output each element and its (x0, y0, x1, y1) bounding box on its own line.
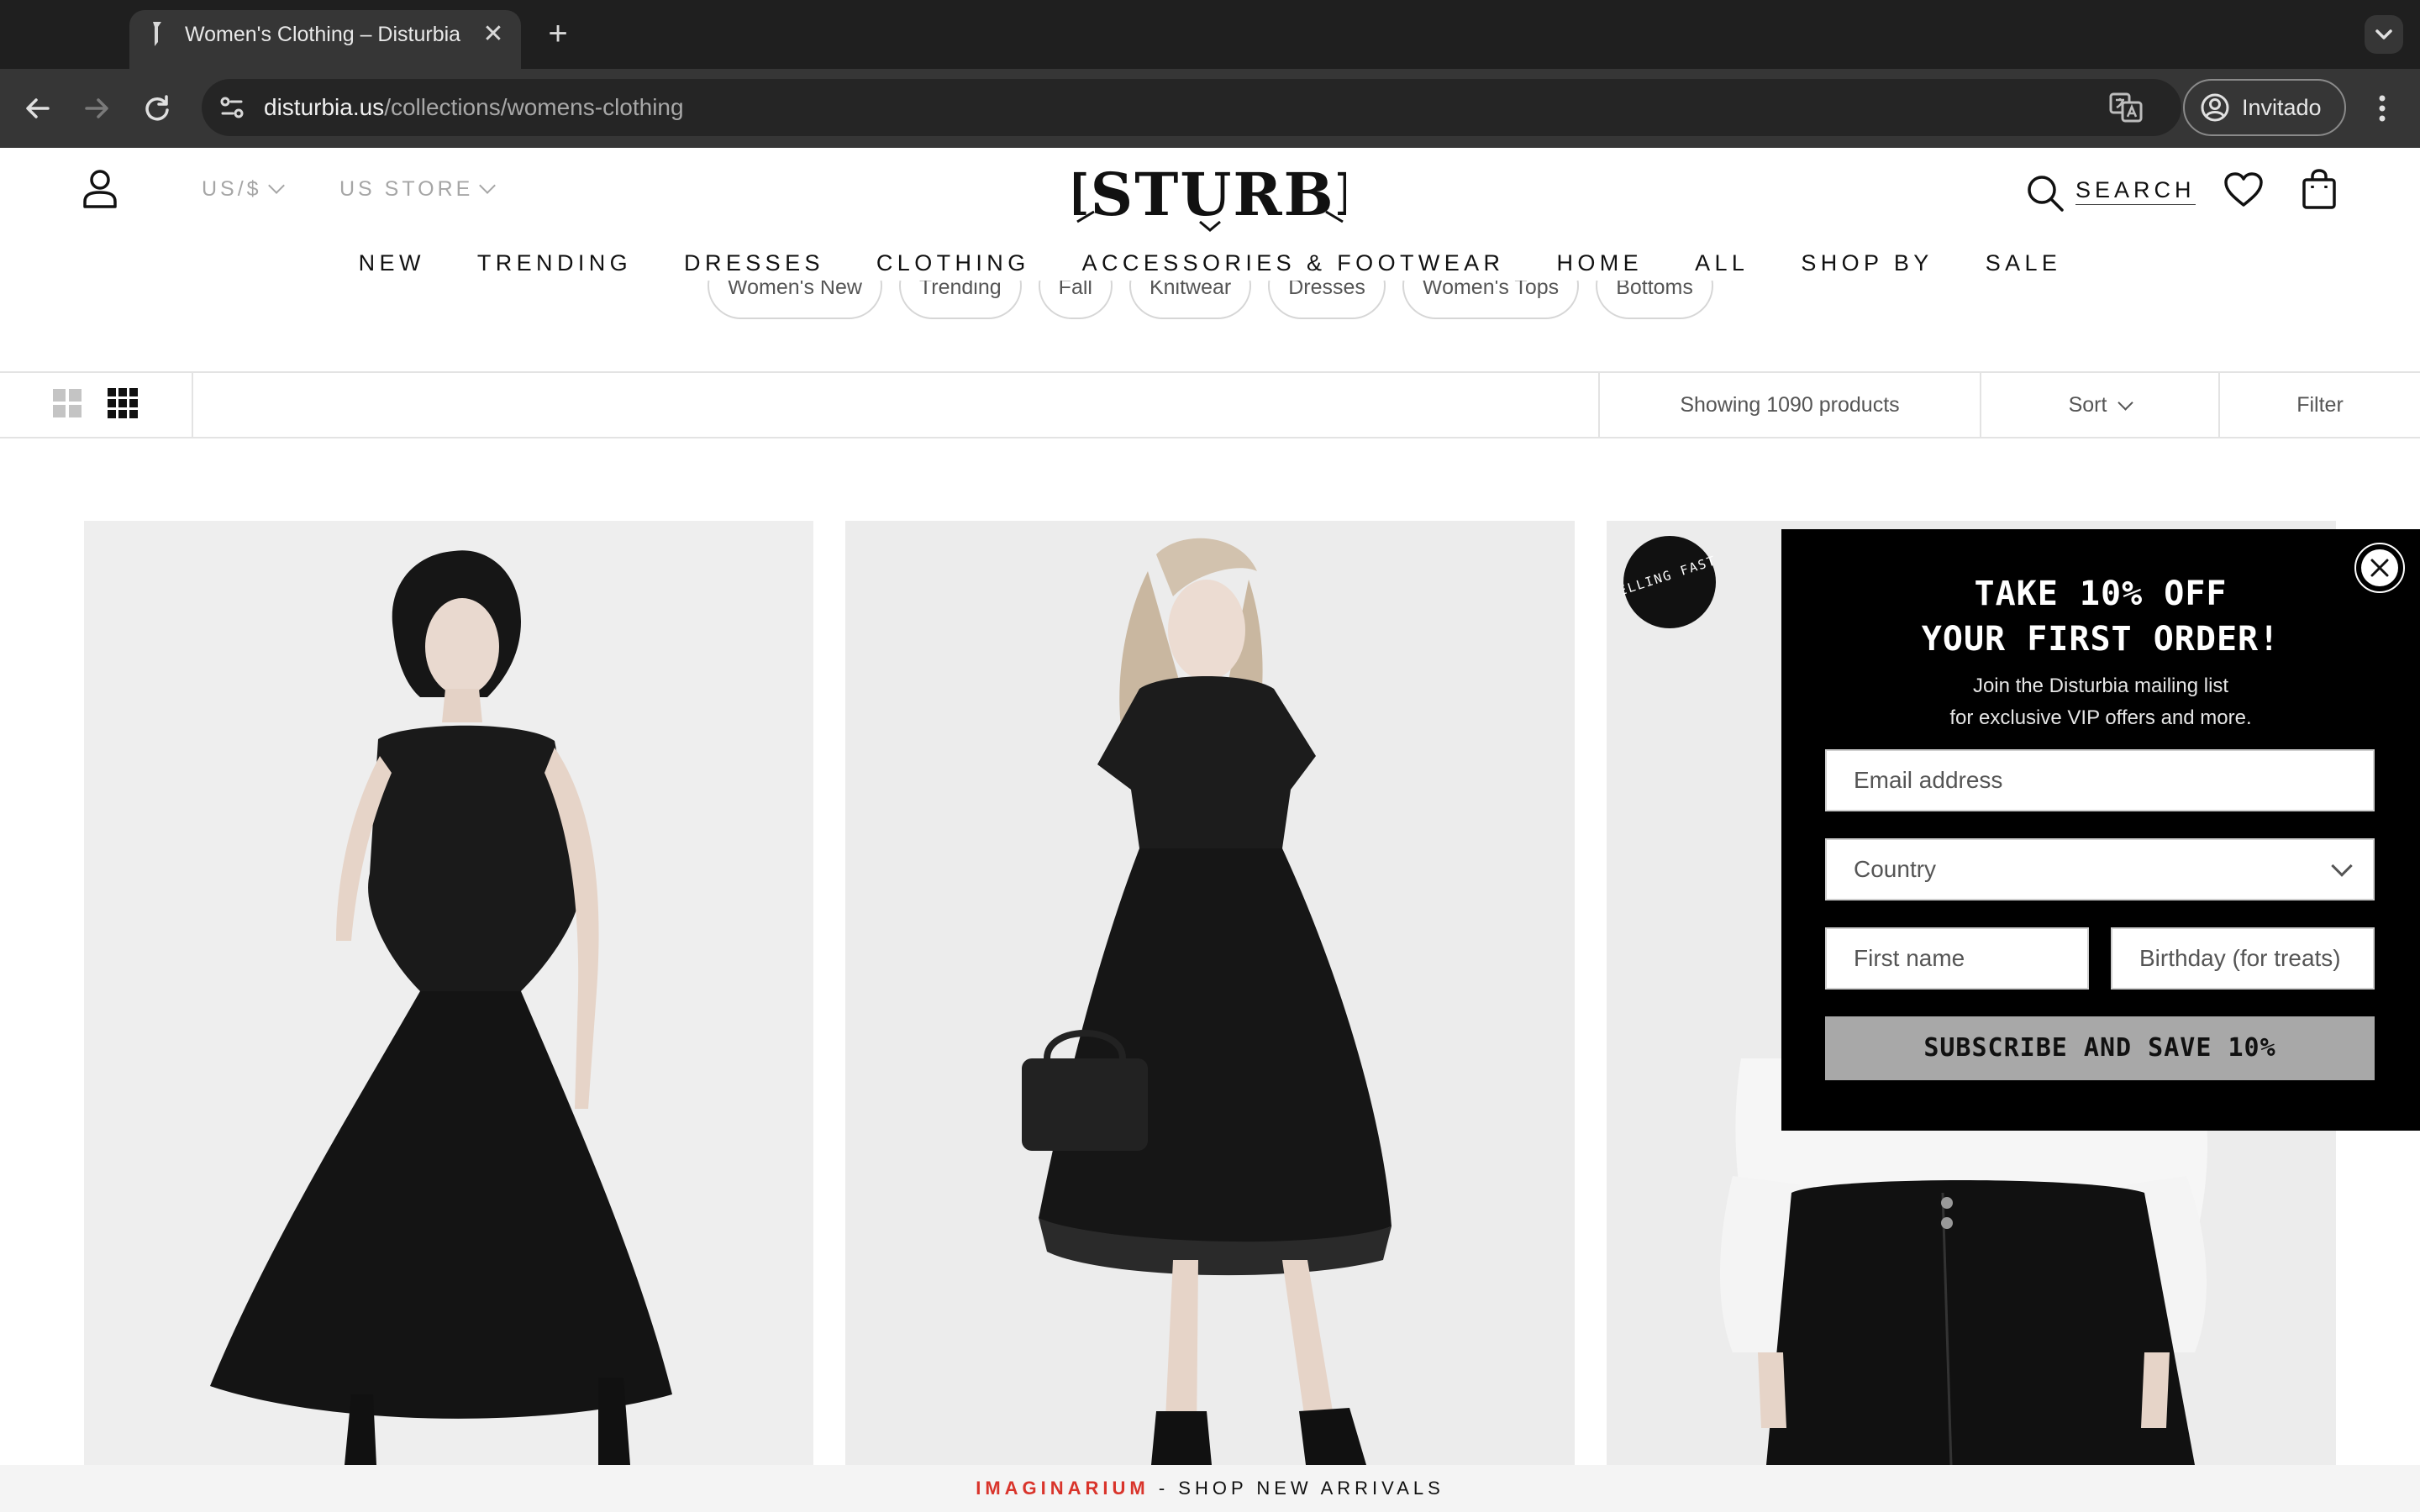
currency-label: US/$ (202, 177, 262, 201)
wishlist-heart-icon[interactable] (2223, 171, 2264, 208)
disturbia-favicon-icon (148, 20, 166, 47)
sort-dropdown[interactable]: Sort (1981, 388, 2218, 422)
popup-title-line2: YOUR FIRST ORDER! (1921, 620, 2281, 659)
profile-label: Invitado (2242, 95, 2322, 120)
store-selector[interactable]: US STORE (339, 176, 497, 202)
browser-menu-icon[interactable] (2368, 89, 2396, 128)
nav-item-trending[interactable]: TRENDING (477, 245, 632, 281)
filter-pill-womens-tops[interactable]: Women's Tops (1402, 281, 1580, 319)
filter-button[interactable]: Filter (2220, 388, 2420, 422)
profile-avatar-icon (2200, 92, 2230, 123)
announcement-highlight: IMAGINARIUM (976, 1478, 1150, 1499)
product-card-image[interactable] (845, 521, 1575, 1465)
translate-icon[interactable] (2107, 89, 2144, 126)
url-path: /collections/womens-clothing (384, 94, 684, 120)
product-count: Showing 1090 products (1680, 393, 1900, 417)
sort-label: Sort (2068, 393, 2107, 417)
site-info-icon[interactable] (215, 91, 249, 124)
filter-pill-dresses[interactable]: Dresses (1268, 281, 1386, 319)
filter-pill-trending[interactable]: Trending (898, 281, 1022, 319)
email-field[interactable]: Email address (1825, 749, 2375, 811)
product-photo-rose-lace-dress (84, 521, 813, 1465)
first-name-field[interactable]: First name (1825, 927, 2089, 990)
new-tab-button[interactable]: + (541, 17, 575, 50)
logo-wordmark: DISTURBIA (1074, 160, 1346, 229)
announcement-text: - SHOP NEW ARRIVALS (1149, 1478, 1444, 1499)
product-card-image[interactable] (84, 521, 813, 1465)
store-label: US STORE (339, 177, 474, 201)
chevron-down-icon (479, 177, 497, 194)
popup-subtitle-line2: for exclusive VIP offers and more. (1949, 706, 2252, 729)
forward-arrow-icon[interactable] (77, 89, 116, 128)
selling-fast-badge: SELLING FAST! (1623, 536, 1716, 628)
filter-pill-fall[interactable]: Fall (1038, 281, 1113, 319)
nav-item-all[interactable]: ALL (1695, 245, 1749, 281)
url-host: disturbia.us (264, 94, 385, 120)
grid-view-two-column-icon[interactable] (52, 388, 82, 418)
popup-title-line1: TAKE 10% OFF (1974, 575, 2228, 613)
search-icon[interactable] (2025, 173, 2065, 213)
product-photo-sheer-floral-dress (845, 521, 1575, 1465)
subscribe-button[interactable]: SUBSCRIBE AND SAVE 10% (1825, 1016, 2375, 1080)
url-text[interactable]: disturbia.us/collections/womens-clothing (264, 91, 684, 124)
nav-item-shop-by[interactable]: SHOP BY (1801, 245, 1933, 281)
popup-subtitle: Join the Disturbia mailing list for excl… (1781, 670, 2420, 734)
badge-text: SELLING FAST! (1623, 550, 1716, 601)
filter-pill-bar: Women's New Trending Fall Knitwear Dress… (0, 281, 2420, 331)
nav-item-new[interactable]: NEW (359, 245, 425, 281)
tab-close-icon[interactable]: ✕ (481, 22, 506, 47)
search-button[interactable]: SEARCH (2075, 175, 2196, 205)
country-select[interactable]: Country (1825, 838, 2375, 900)
chevron-down-icon (2118, 395, 2134, 411)
filter-pill-bottoms[interactable]: Bottoms (1596, 281, 1713, 319)
nav-item-home[interactable]: HOME (1556, 245, 1643, 281)
main-navigation: NEW TRENDING DRESSES CLOTHING ACCESSORIE… (0, 245, 2420, 281)
nav-item-accessories-footwear[interactable]: ACCESSORIES & FOOTWEAR (1082, 245, 1505, 281)
popup-title: TAKE 10% OFF YOUR FIRST ORDER! (1781, 571, 2420, 662)
grid-view-three-column-icon[interactable] (108, 388, 138, 418)
filter-pill-knitwear[interactable]: Knitwear (1128, 281, 1252, 319)
announcement-bar[interactable]: IMAGINARIUM - SHOP NEW ARRIVALS (0, 1465, 2420, 1512)
shopping-bag-icon[interactable] (2301, 168, 2338, 210)
currency-selector[interactable]: US/$ (202, 176, 285, 202)
nav-item-clothing[interactable]: CLOTHING (876, 245, 1030, 281)
chevron-down-icon (267, 177, 285, 194)
popup-subtitle-line1: Join the Disturbia mailing list (1972, 675, 2229, 697)
toolbar-divider (192, 371, 193, 438)
nav-item-sale[interactable]: SALE (1986, 245, 2062, 281)
birthday-field[interactable]: Birthday (for treats) (2111, 927, 2375, 990)
reload-icon[interactable] (138, 89, 176, 128)
filter-pill-womens-new[interactable]: Women's New (708, 281, 882, 319)
disturbia-logo[interactable]: DISTURBIA (1074, 160, 1346, 232)
nav-item-dresses[interactable]: DRESSES (684, 245, 824, 281)
account-icon[interactable] (81, 168, 119, 210)
back-arrow-icon[interactable] (18, 89, 57, 128)
tab-search-button[interactable] (2365, 15, 2403, 54)
tab-title: Women's Clothing – Disturbia (185, 23, 461, 46)
